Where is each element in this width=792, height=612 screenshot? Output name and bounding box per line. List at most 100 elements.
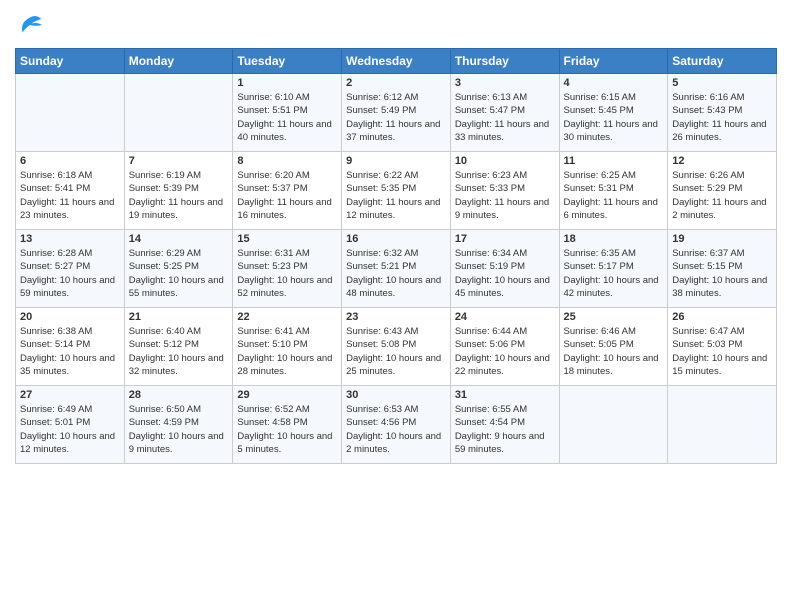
- day-number: 7: [129, 155, 229, 167]
- day-info: Sunrise: 6:37 AM Sunset: 5:15 PM Dayligh…: [672, 247, 772, 300]
- day-info: Sunrise: 6:16 AM Sunset: 5:43 PM Dayligh…: [672, 91, 772, 144]
- day-number: 29: [237, 389, 337, 401]
- day-number: 26: [672, 311, 772, 323]
- calendar-cell: 23Sunrise: 6:43 AM Sunset: 5:08 PM Dayli…: [342, 308, 451, 386]
- col-header-sunday: Sunday: [16, 49, 125, 74]
- day-number: 6: [20, 155, 120, 167]
- day-info: Sunrise: 6:28 AM Sunset: 5:27 PM Dayligh…: [20, 247, 120, 300]
- day-number: 30: [346, 389, 446, 401]
- day-info: Sunrise: 6:46 AM Sunset: 5:05 PM Dayligh…: [564, 325, 664, 378]
- day-info: Sunrise: 6:19 AM Sunset: 5:39 PM Dayligh…: [129, 169, 229, 222]
- calendar-cell: 6 Sunrise: 6:18 AM Sunset: 5:41 PM Daylig…: [16, 152, 125, 230]
- header-row: SundayMondayTuesdayWednesdayThursdayFrid…: [16, 49, 777, 74]
- col-header-wednesday: Wednesday: [342, 49, 451, 74]
- calendar-cell: 31 Sunrise: 6:55 AM Sunset: 4:54 PM Dayli…: [450, 386, 559, 464]
- day-number: 18: [564, 233, 664, 245]
- calendar-row-4: 27 Sunrise: 6:49 AM Sunset: 5:01 PM Dayli…: [16, 386, 777, 464]
- day-info: Sunrise: 6:10 AM Sunset: 5:51 PM Dayligh…: [237, 91, 337, 144]
- calendar-cell: 14Sunrise: 6:29 AM Sunset: 5:25 PM Dayli…: [124, 230, 233, 308]
- day-number: 1: [237, 77, 337, 89]
- day-number: 3: [455, 77, 555, 89]
- day-info: Sunrise: 6:55 AM Sunset: 4:54 PM Dayligh…: [455, 403, 555, 456]
- day-number: 8: [237, 155, 337, 167]
- day-number: 25: [564, 311, 664, 323]
- day-info: Sunrise: 6:49 AM Sunset: 5:01 PM Dayligh…: [20, 403, 120, 456]
- calendar-row-0: 1 Sunrise: 6:10 AM Sunset: 5:51 PM Daylig…: [16, 74, 777, 152]
- calendar-cell: [124, 74, 233, 152]
- calendar-cell: 30 Sunrise: 6:53 AM Sunset: 4:56 PM Dayli…: [342, 386, 451, 464]
- day-number: 28: [129, 389, 229, 401]
- calendar-cell: 17 Sunrise: 6:34 AM Sunset: 5:19 PM Dayli…: [450, 230, 559, 308]
- calendar-row-1: 6 Sunrise: 6:18 AM Sunset: 5:41 PM Daylig…: [16, 152, 777, 230]
- day-info: Sunrise: 6:35 AM Sunset: 5:17 PM Dayligh…: [564, 247, 664, 300]
- col-header-friday: Friday: [559, 49, 668, 74]
- day-info: Sunrise: 6:52 AM Sunset: 4:58 PM Dayligh…: [237, 403, 337, 456]
- day-info: Sunrise: 6:47 AM Sunset: 5:03 PM Dayligh…: [672, 325, 772, 378]
- calendar-cell: [559, 386, 668, 464]
- calendar-cell: 19 Sunrise: 6:37 AM Sunset: 5:15 PM Dayli…: [668, 230, 777, 308]
- calendar-cell: 5 Sunrise: 6:16 AM Sunset: 5:43 PM Daylig…: [668, 74, 777, 152]
- calendar-cell: 7 Sunrise: 6:19 AM Sunset: 5:39 PM Daylig…: [124, 152, 233, 230]
- col-header-tuesday: Tuesday: [233, 49, 342, 74]
- header: [15, 10, 777, 40]
- day-number: 15: [237, 233, 337, 245]
- day-info: Sunrise: 6:34 AM Sunset: 5:19 PM Dayligh…: [455, 247, 555, 300]
- day-number: 31: [455, 389, 555, 401]
- calendar-cell: 9 Sunrise: 6:22 AM Sunset: 5:35 PM Daylig…: [342, 152, 451, 230]
- day-info: Sunrise: 6:18 AM Sunset: 5:41 PM Dayligh…: [20, 169, 120, 222]
- calendar-cell: 29 Sunrise: 6:52 AM Sunset: 4:58 PM Dayli…: [233, 386, 342, 464]
- day-info: Sunrise: 6:29 AM Sunset: 5:25 PM Dayligh…: [129, 247, 229, 300]
- day-number: 27: [20, 389, 120, 401]
- day-info: Sunrise: 6:50 AM Sunset: 4:59 PM Dayligh…: [129, 403, 229, 456]
- calendar-cell: 13 Sunrise: 6:28 AM Sunset: 5:27 PM Dayli…: [16, 230, 125, 308]
- calendar-row-2: 13 Sunrise: 6:28 AM Sunset: 5:27 PM Dayli…: [16, 230, 777, 308]
- calendar-cell: 27 Sunrise: 6:49 AM Sunset: 5:01 PM Dayli…: [16, 386, 125, 464]
- day-number: 9: [346, 155, 446, 167]
- day-number: 22: [237, 311, 337, 323]
- day-info: Sunrise: 6:22 AM Sunset: 5:35 PM Dayligh…: [346, 169, 446, 222]
- calendar-cell: 16Sunrise: 6:32 AM Sunset: 5:21 PM Dayli…: [342, 230, 451, 308]
- page: SundayMondayTuesdayWednesdayThursdayFrid…: [0, 0, 792, 612]
- calendar-cell: 21 Sunrise: 6:40 AM Sunset: 5:12 PM Dayli…: [124, 308, 233, 386]
- calendar-cell: 18 Sunrise: 6:35 AM Sunset: 5:17 PM Dayli…: [559, 230, 668, 308]
- day-number: 11: [564, 155, 664, 167]
- day-info: Sunrise: 6:13 AM Sunset: 5:47 PM Dayligh…: [455, 91, 555, 144]
- logo-icon: [15, 10, 45, 40]
- day-number: 12: [672, 155, 772, 167]
- day-number: 24: [455, 311, 555, 323]
- calendar-cell: 22 Sunrise: 6:41 AM Sunset: 5:10 PM Dayli…: [233, 308, 342, 386]
- calendar-cell: 11Sunrise: 6:25 AM Sunset: 5:31 PM Dayli…: [559, 152, 668, 230]
- day-info: Sunrise: 6:40 AM Sunset: 5:12 PM Dayligh…: [129, 325, 229, 378]
- day-info: Sunrise: 6:15 AM Sunset: 5:45 PM Dayligh…: [564, 91, 664, 144]
- col-header-thursday: Thursday: [450, 49, 559, 74]
- col-header-monday: Monday: [124, 49, 233, 74]
- day-info: Sunrise: 6:20 AM Sunset: 5:37 PM Dayligh…: [237, 169, 337, 222]
- calendar-row-3: 20 Sunrise: 6:38 AM Sunset: 5:14 PM Dayli…: [16, 308, 777, 386]
- col-header-saturday: Saturday: [668, 49, 777, 74]
- day-number: 10: [455, 155, 555, 167]
- day-number: 21: [129, 311, 229, 323]
- day-number: 17: [455, 233, 555, 245]
- day-number: 4: [564, 77, 664, 89]
- day-number: 13: [20, 233, 120, 245]
- day-info: Sunrise: 6:26 AM Sunset: 5:29 PM Dayligh…: [672, 169, 772, 222]
- day-number: 2: [346, 77, 446, 89]
- day-info: Sunrise: 6:38 AM Sunset: 5:14 PM Dayligh…: [20, 325, 120, 378]
- day-info: Sunrise: 6:31 AM Sunset: 5:23 PM Dayligh…: [237, 247, 337, 300]
- calendar-cell: 2 Sunrise: 6:12 AM Sunset: 5:49 PM Daylig…: [342, 74, 451, 152]
- calendar-cell: 26 Sunrise: 6:47 AM Sunset: 5:03 PM Dayli…: [668, 308, 777, 386]
- day-number: 19: [672, 233, 772, 245]
- calendar-cell: 12 Sunrise: 6:26 AM Sunset: 5:29 PM Dayli…: [668, 152, 777, 230]
- day-info: Sunrise: 6:53 AM Sunset: 4:56 PM Dayligh…: [346, 403, 446, 456]
- calendar-cell: 1 Sunrise: 6:10 AM Sunset: 5:51 PM Daylig…: [233, 74, 342, 152]
- day-info: Sunrise: 6:23 AM Sunset: 5:33 PM Dayligh…: [455, 169, 555, 222]
- day-number: 23: [346, 311, 446, 323]
- logo: [15, 10, 49, 40]
- day-info: Sunrise: 6:41 AM Sunset: 5:10 PM Dayligh…: [237, 325, 337, 378]
- calendar-cell: 10 Sunrise: 6:23 AM Sunset: 5:33 PM Dayli…: [450, 152, 559, 230]
- calendar-cell: 4 Sunrise: 6:15 AM Sunset: 5:45 PM Daylig…: [559, 74, 668, 152]
- day-number: 5: [672, 77, 772, 89]
- day-number: 20: [20, 311, 120, 323]
- day-info: Sunrise: 6:12 AM Sunset: 5:49 PM Dayligh…: [346, 91, 446, 144]
- calendar-table: SundayMondayTuesdayWednesdayThursdayFrid…: [15, 48, 777, 464]
